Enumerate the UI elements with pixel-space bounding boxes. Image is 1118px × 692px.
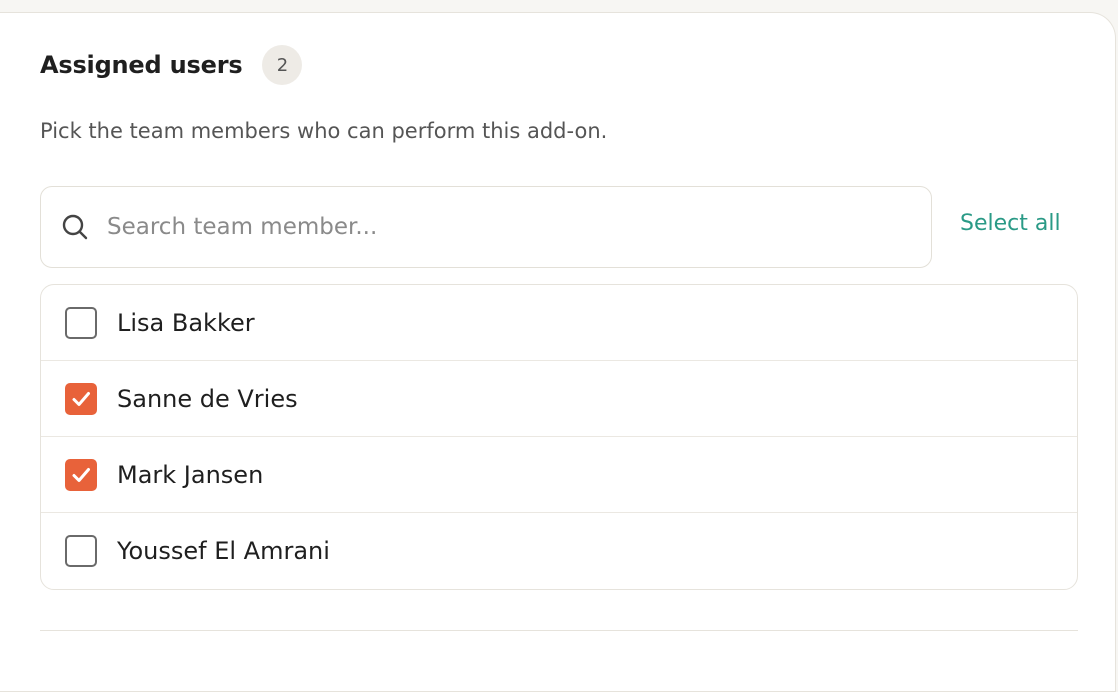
member-name: Mark Jansen (117, 460, 264, 489)
search-field[interactable] (40, 186, 932, 268)
member-name: Youssef El Amrani (117, 537, 330, 565)
select-all-button[interactable]: Select all (960, 211, 1061, 236)
section-title: Assigned users (40, 51, 243, 79)
checkmark-icon (72, 391, 90, 406)
member-name: Sanne de Vries (117, 384, 298, 413)
count-badge: 2 (262, 45, 303, 85)
list-item[interactable]: Sanne de Vries (41, 361, 1077, 437)
checkbox[interactable] (65, 306, 97, 339)
search-input[interactable] (105, 213, 869, 241)
list-item[interactable]: Lisa Bakker (41, 285, 1077, 361)
checkbox[interactable] (65, 535, 97, 567)
search-icon (61, 213, 89, 241)
section-header: Assigned users 2 (40, 45, 303, 85)
checkbox-checked[interactable] (65, 458, 97, 491)
list-item[interactable]: Youssef El Amrani (41, 513, 1077, 589)
member-list: Lisa Bakker Sanne de Vries Mark Jansen Y… (40, 284, 1078, 590)
section-subtitle: Pick the team members who can perform th… (40, 119, 608, 143)
checkbox-checked[interactable] (65, 382, 97, 415)
divider (40, 630, 1078, 631)
list-item[interactable]: Mark Jansen (41, 437, 1077, 513)
assigned-users-card: Assigned users 2 Pick the team members w… (0, 12, 1116, 692)
checkmark-icon (72, 467, 90, 482)
member-name: Lisa Bakker (117, 308, 255, 337)
